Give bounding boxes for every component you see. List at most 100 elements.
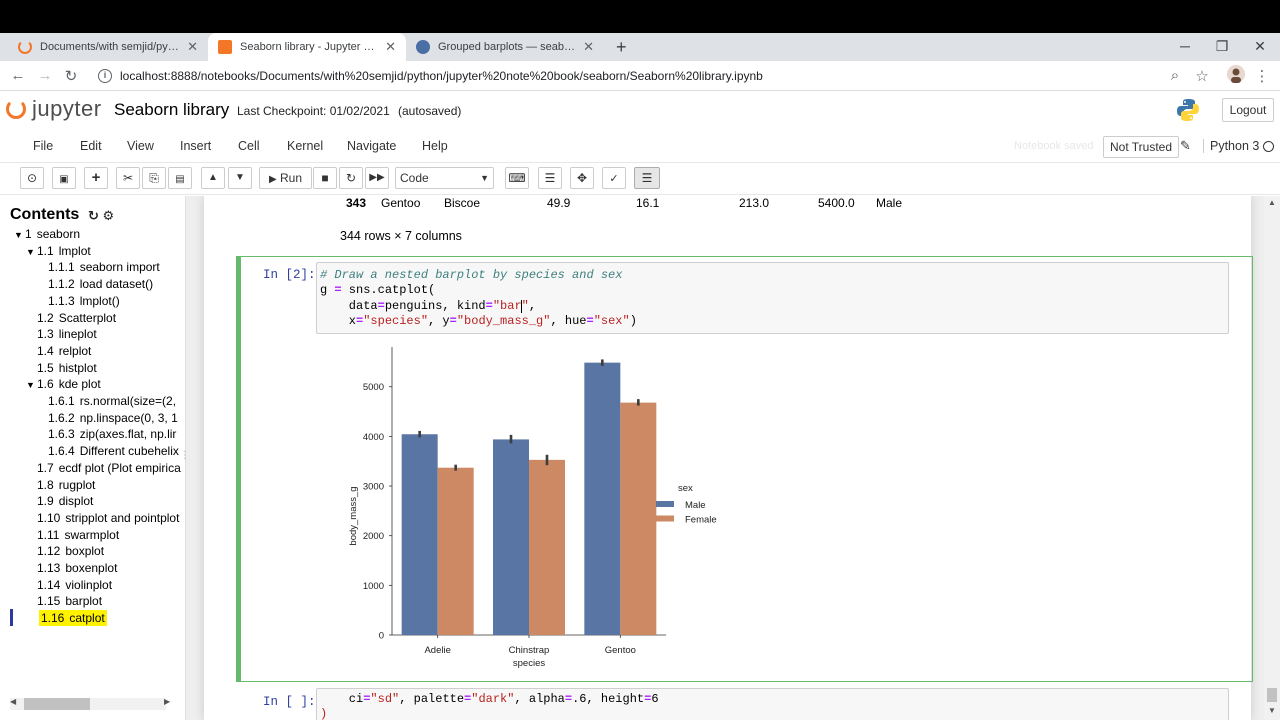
collapse-toggle-icon[interactable]: ▼ (14, 227, 25, 243)
site-info-icon[interactable]: i (98, 69, 112, 83)
toc-item[interactable]: 1.11 swarmplot (26, 527, 119, 543)
toc-item[interactable]: 1.6.1 rs.normal(size=(2, (37, 393, 176, 409)
browser-tab-grouped-barplots[interactable]: Grouped barplots — seaborn 0.1 ✕ (406, 33, 604, 61)
main-vertical-scrollbar[interactable]: ▲ ▼ (1264, 196, 1280, 720)
new-tab-button[interactable]: + (610, 33, 638, 61)
menu-help[interactable]: Help (422, 139, 448, 153)
toc-item[interactable]: 1.1.1 seaborn import (37, 259, 160, 275)
menu-kernel[interactable]: Kernel (287, 139, 323, 153)
code-editor[interactable]: ci="sd", palette="dark", alpha=.6, heigh… (316, 688, 1229, 720)
menu-edit[interactable]: Edit (80, 139, 102, 153)
paste-button[interactable]: ▤ (168, 167, 192, 189)
toc-item[interactable]: ▼ 1.1 lmplot (26, 243, 91, 259)
toc-item[interactable]: 1.16 catplot (39, 610, 107, 627)
close-window-button[interactable]: ✕ (1241, 33, 1279, 61)
code-token: = (485, 298, 493, 313)
menu-cell[interactable]: Cell (238, 139, 260, 153)
toc-item[interactable]: 1.1.3 lmplot() (37, 293, 120, 309)
cell-type-select[interactable]: Code ▼ (395, 167, 494, 189)
edit-pencil-icon[interactable]: ✎ (1180, 138, 1191, 154)
toc-item[interactable]: 1.3 lineplot (26, 326, 97, 342)
notebook-area: 343 Gentoo Biscoe 49.9 16.1 213.0 5400.0 Male 3… (186, 196, 1280, 720)
toc-item[interactable]: 1.13 boxenplot (26, 560, 117, 576)
zoom-icon[interactable]: ⌕ (1165, 67, 1185, 84)
toc-item[interactable]: 1.7 ecdf plot (Plot empirica (26, 460, 181, 476)
keyboard-shortcuts-button[interactable]: ⌨ (505, 167, 529, 189)
toc-item[interactable]: 1.2 Scatterplot (26, 310, 116, 326)
menu-view[interactable]: View (127, 139, 154, 153)
run-button[interactable]: ▶ Run (259, 167, 312, 189)
toc-refresh-settings-icons[interactable]: ↻ ⚙ (88, 208, 114, 224)
logout-button[interactable]: Logout (1222, 98, 1274, 122)
interrupt-kernel-button[interactable]: ■ (313, 167, 337, 189)
move-up-button[interactable]: ▲ (201, 167, 225, 189)
scroll-down-icon[interactable]: ▼ (1268, 706, 1276, 715)
bookmark-star-icon[interactable]: ☆ (1192, 67, 1212, 85)
scroll-right-icon[interactable]: ▶ (164, 697, 170, 706)
browser-tab-seaborn-library[interactable]: Seaborn library - Jupyter Notebo ✕ (208, 33, 406, 61)
legend-swatch (656, 515, 674, 522)
notebook-title[interactable]: Seaborn library (114, 100, 229, 120)
menu-insert[interactable]: Insert (180, 139, 211, 153)
menu-file[interactable]: File (33, 139, 53, 153)
toc-item[interactable]: 1.15 barplot (26, 593, 102, 609)
toc-item[interactable]: 1.5 histplot (26, 360, 97, 376)
save-button[interactable]: ▣ (52, 167, 76, 189)
toc-item[interactable]: 1.14 violinplot (26, 577, 112, 593)
list-button[interactable]: ☰ (538, 167, 562, 189)
toc-item[interactable]: 1.12 boxplot (26, 543, 104, 559)
toc-item[interactable]: 1.6.4 Different cubehelix (37, 443, 179, 459)
pin-button[interactable]: ✓ (602, 167, 626, 189)
restart-kernel-button[interactable]: ↻ (339, 167, 363, 189)
toc-item-number: 1.1 (37, 243, 54, 258)
menu-navigate[interactable]: Navigate (347, 139, 396, 153)
reload-button[interactable]: ↻ (61, 67, 81, 85)
forward-button[interactable]: → (35, 67, 55, 84)
toc-item[interactable]: 1.4 relplot (26, 343, 91, 359)
maximize-button[interactable]: ❐ (1203, 33, 1241, 61)
scroll-up-icon[interactable]: ▲ (1268, 198, 1276, 207)
toc-item-number: 1.10 (37, 510, 61, 525)
copy-button[interactable]: ⎘ (142, 167, 166, 189)
command-palette-button[interactable]: ⊙ (20, 167, 44, 189)
toc-item[interactable]: 1.6.2 np.linspace(0, 3, 1 (37, 410, 178, 426)
toc-item[interactable]: ▼ 1 seaborn (14, 226, 80, 242)
collapse-toggle-icon[interactable]: ▼ (26, 244, 37, 260)
url-field[interactable]: i localhost:8888/notebooks/Documents/wit… (92, 64, 1198, 88)
toc-item-label: lineplot (58, 327, 97, 342)
last-checkpoint: Last Checkpoint: 01/02/2021 (237, 104, 390, 118)
toc-toggle-button[interactable]: ☰ (634, 167, 660, 189)
insert-cell-below-button[interactable]: + (84, 167, 108, 189)
toc-item[interactable]: 1.8 rugplot (26, 477, 95, 493)
restart-run-all-button[interactable]: ▶▶ (365, 167, 389, 189)
minimize-button[interactable]: ─ (1166, 33, 1204, 61)
toc-item[interactable]: 1.1.2 load dataset() (37, 276, 153, 292)
code-token: sns.catplot( (341, 283, 436, 298)
back-button[interactable]: ← (8, 67, 28, 84)
scrollbar-thumb[interactable] (24, 698, 90, 710)
kernel-name[interactable]: Python 3 (1203, 139, 1259, 153)
toc-horizontal-scrollbar[interactable]: ◀ ▶ (0, 696, 176, 710)
close-tab-icon[interactable]: ✕ (385, 39, 396, 55)
toc-item[interactable]: 1.9 displot (26, 493, 93, 509)
profile-avatar[interactable] (1226, 65, 1246, 87)
collapse-toggle-icon[interactable]: ▼ (26, 377, 37, 393)
scroll-left-icon[interactable]: ◀ (10, 697, 16, 706)
not-trusted-button[interactable]: Not Trusted (1103, 136, 1180, 158)
cut-button[interactable]: ✂ (116, 167, 140, 189)
close-tab-icon[interactable]: ✕ (583, 39, 594, 55)
scrollbar-thumb[interactable] (1267, 688, 1277, 702)
toc-item-label: load dataset() (79, 277, 154, 292)
jupyter-logo[interactable]: jupyter (6, 96, 102, 122)
toc-item[interactable]: 1.6.3 zip(axes.flat, np.lir (37, 426, 176, 442)
toc-item[interactable]: 1.10 stripplot and pointplot (26, 510, 179, 526)
browser-menu-icon[interactable]: ⋮ (1252, 67, 1272, 85)
browser-tab-documents[interactable]: Documents/with semjid/python/ ✕ (8, 33, 208, 61)
toc-item[interactable]: ▼ 1.6 kde plot (26, 376, 101, 392)
move-down-button[interactable]: ▼ (228, 167, 252, 189)
close-tab-icon[interactable]: ✕ (187, 39, 198, 55)
code-token: = (449, 313, 457, 328)
plus-icon: + (91, 169, 101, 186)
move-button[interactable]: ✥ (570, 167, 594, 189)
code-editor[interactable]: # Draw a nested barplot by species and s… (316, 262, 1229, 334)
